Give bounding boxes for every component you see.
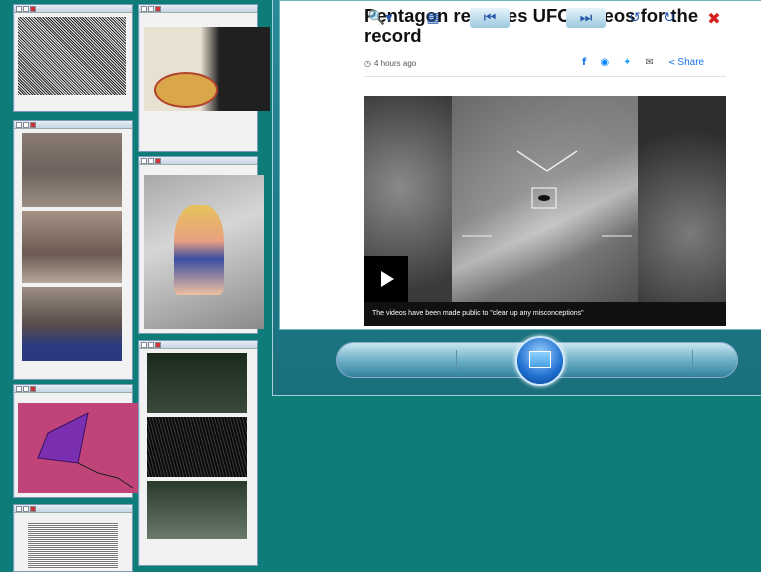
facebook-icon[interactable]: f [582,57,586,68]
thumbnail-titlebar [139,341,257,349]
thumbnail-titlebar [14,505,132,513]
share-label: Share [677,57,705,68]
twitter-icon[interactable]: ✦ [623,57,631,68]
divider [456,350,457,370]
divider [692,350,693,370]
divider [364,76,726,77]
next-icon[interactable]: ⏭ [566,8,606,28]
video-blur-right [636,96,726,326]
delete-icon[interactable]: ✖ [702,8,726,28]
thumbnail-window-5[interactable] [138,4,270,152]
thumbnail-window-3[interactable] [13,384,138,498]
street-photo-1 [22,133,122,207]
thumbnail-window-2[interactable] [13,120,133,380]
thumbnail-titlebar [139,157,257,165]
article-timestamp: ◷ 4 hours ago [364,59,416,68]
thumbnail-titlebar [139,5,257,13]
street-photo-2 [22,211,122,283]
infrared-footage [452,96,638,302]
thumbnail-titlebar [14,121,132,129]
zoom-icon[interactable]: 🔍▾ [364,8,396,28]
bird-engraving [28,523,118,569]
share-bar: f ◉ ✦ ✉ < Share [582,57,704,68]
totoro-frame-2 [147,417,247,477]
rotate-right-icon[interactable]: ↻ [658,8,680,28]
thumbnail-titlebar [14,385,132,393]
totoro-frame-1 [147,353,247,413]
thumbnail-window-1[interactable] [13,4,133,112]
thumbnail-titlebar [14,5,132,13]
noise-image [18,17,126,95]
display-icon[interactable] [515,336,565,386]
previous-icon[interactable]: ⏮ [470,8,510,28]
totoro-frame-3 [147,481,247,539]
thumbnail-window-6[interactable] [138,156,264,334]
clock-icon: ◷ [364,59,371,68]
share-button[interactable]: < Share [668,57,704,68]
timestamp-text: 4 hours ago [373,59,417,68]
hud-overlay [462,150,632,237]
sailor-moon-photo [144,175,264,329]
kite-image [18,403,138,493]
news-article: Pentagon releases UFO videos for the rec… [346,4,730,328]
cat-pizza-photo [144,27,270,111]
street-photo-3 [22,287,122,361]
thumbnail-window-7[interactable] [138,340,258,566]
share-icon: < [667,57,676,68]
video-player[interactable]: The videos have been made public to "cle… [364,96,726,326]
image-icon [529,351,551,368]
kite-drawing [37,412,134,489]
messenger-icon[interactable]: ◉ [600,57,609,68]
rotate-left-icon[interactable]: ↺ [624,8,646,28]
slideshow-icon[interactable]: ▦ [422,8,444,28]
video-caption: The videos have been made public to "cle… [364,302,726,326]
thumbnail-window-4[interactable] [13,504,133,572]
email-icon[interactable]: ✉ [645,57,653,68]
play-button[interactable] [364,256,408,302]
